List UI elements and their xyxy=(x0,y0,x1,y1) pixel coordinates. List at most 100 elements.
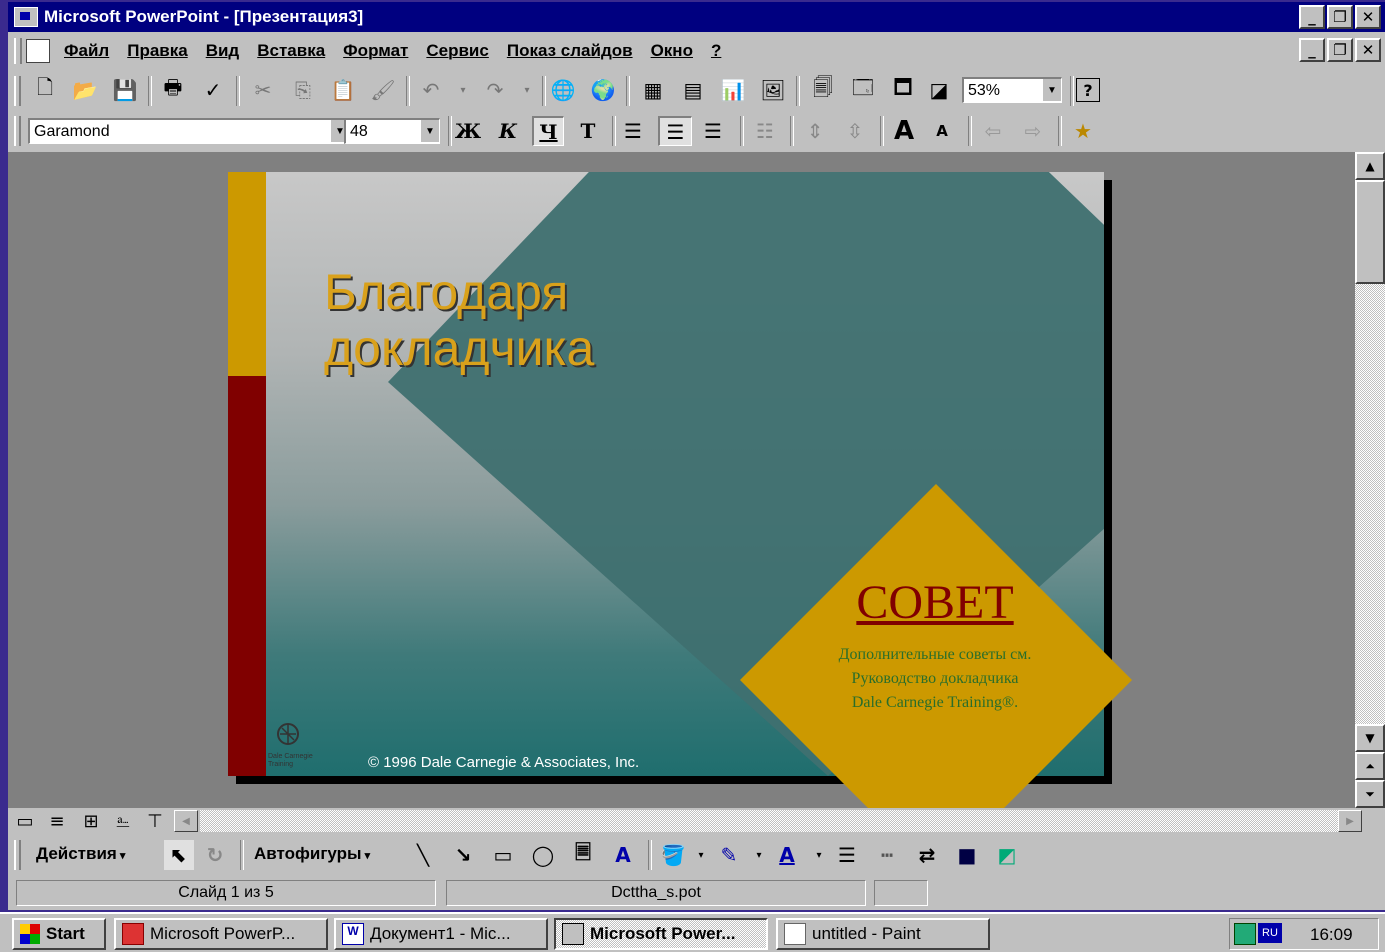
animation-effects-icon[interactable]: ★ xyxy=(1068,116,1098,146)
fill-color-dropdown-icon[interactable]: ▾ xyxy=(686,840,716,870)
insert-excel-icon[interactable]: ▤ xyxy=(678,75,708,105)
demote-icon[interactable]: ⇨ xyxy=(1018,116,1048,146)
menu-edit[interactable]: Правка xyxy=(127,41,187,61)
slide-title[interactable]: Благодаря докладчика xyxy=(324,264,744,376)
document-icon[interactable] xyxy=(26,39,50,63)
minimize-button[interactable]: _ xyxy=(1299,5,1325,29)
arrow-icon[interactable]: ↘ xyxy=(448,840,478,870)
apply-design-icon[interactable]: 🗖 xyxy=(888,75,918,105)
outline-view-icon[interactable]: ≡ xyxy=(42,806,72,836)
autoshapes-menu[interactable]: Автофигуры ▾ xyxy=(254,844,370,864)
menu-format[interactable]: Формат xyxy=(343,41,408,61)
network-icon[interactable] xyxy=(1234,923,1256,945)
rectangle-icon[interactable]: ▭ xyxy=(488,840,518,870)
shadow-button[interactable]: Т xyxy=(572,116,604,146)
undo-dropdown-icon[interactable]: ▾ xyxy=(448,75,478,105)
cut-icon[interactable]: ✂ xyxy=(248,75,278,105)
menu-insert[interactable]: Вставка xyxy=(257,41,325,61)
menu-help[interactable]: ? xyxy=(711,41,721,61)
menu-view[interactable]: Вид xyxy=(206,41,240,61)
scroll-down-icon[interactable]: ▼ xyxy=(1355,724,1385,752)
toolbar-grip[interactable] xyxy=(14,76,21,106)
line-color-icon[interactable]: ✎ xyxy=(714,840,744,870)
line-color-dropdown-icon[interactable]: ▾ xyxy=(744,840,774,870)
scroll-up-icon[interactable]: ▲ xyxy=(1355,152,1385,180)
bullets-icon[interactable]: ☷ xyxy=(750,116,780,146)
line-icon[interactable]: ╲ xyxy=(408,840,438,870)
free-rotate-icon[interactable]: ↻ xyxy=(200,840,230,870)
font-color-icon[interactable]: A xyxy=(772,840,802,870)
help-icon[interactable]: ? xyxy=(1076,78,1100,102)
insert-word-table-icon[interactable]: ▦ xyxy=(638,75,668,105)
decrease-spacing-icon[interactable]: ⇳ xyxy=(840,116,870,146)
doc-close-button[interactable]: ✕ xyxy=(1355,38,1381,62)
promote-icon[interactable]: ⇦ xyxy=(978,116,1008,146)
align-left-icon[interactable]: ☰ xyxy=(618,116,648,146)
underline-button[interactable]: Ч xyxy=(532,116,564,146)
next-slide-icon[interactable]: ⏷ xyxy=(1355,780,1385,808)
new-icon[interactable]: 🗋 xyxy=(30,75,60,105)
shadow-icon[interactable]: ■ xyxy=(952,840,982,870)
slideshow-view-icon[interactable]: ⊤ xyxy=(140,806,170,836)
notes-view-icon[interactable]: ⎁ xyxy=(108,806,138,836)
hyperlink-icon[interactable]: 🌐 xyxy=(548,75,578,105)
previous-slide-icon[interactable]: ⏶ xyxy=(1355,752,1385,780)
restore-button[interactable]: ❐ xyxy=(1327,5,1353,29)
spelling-icon[interactable]: ✓ xyxy=(198,75,228,105)
toolbar-grip[interactable] xyxy=(14,116,21,146)
redo-dropdown-icon[interactable]: ▾ xyxy=(512,75,542,105)
font-size-combo[interactable]: 48 ▼ xyxy=(344,118,440,144)
paste-icon[interactable]: 📋 xyxy=(328,75,358,105)
task-powerpoint-1[interactable]: Microsoft PowerP... xyxy=(114,918,328,950)
increase-spacing-icon[interactable]: ⇕ xyxy=(800,116,830,146)
arrow-style-icon[interactable]: ⇄ xyxy=(912,840,942,870)
redo-icon[interactable]: ↷ xyxy=(480,75,510,105)
menu-file[interactable]: Файл xyxy=(64,41,109,61)
close-button[interactable]: ✕ xyxy=(1355,5,1381,29)
print-icon[interactable]: 🖶 xyxy=(158,75,188,105)
open-icon[interactable]: 📂 xyxy=(70,75,100,105)
scroll-thumb[interactable] xyxy=(1355,180,1385,284)
copy-icon[interactable]: ⎘ xyxy=(288,75,318,105)
wordart-icon[interactable]: A xyxy=(608,840,638,870)
text-box-icon[interactable]: 🗏 xyxy=(568,840,598,870)
format-painter-icon[interactable]: 🖌 xyxy=(368,75,398,105)
save-icon[interactable]: 💾 xyxy=(110,75,140,105)
black-white-view-icon[interactable]: ◪ xyxy=(924,75,954,105)
select-pointer-icon[interactable]: ⬉ xyxy=(164,840,194,870)
toolbar-grip[interactable] xyxy=(14,840,21,870)
zoom-combo[interactable]: 53% ▼ xyxy=(962,77,1062,103)
horizontal-scrollbar[interactable] xyxy=(200,810,1350,832)
menu-grip[interactable] xyxy=(14,38,22,64)
slide-layout-icon[interactable]: 🗔 xyxy=(848,75,878,105)
menu-slideshow[interactable]: Показ слайдов xyxy=(507,41,633,61)
scroll-right-icon[interactable]: ▶ xyxy=(1338,810,1362,832)
line-style-icon[interactable]: ☰ xyxy=(832,840,862,870)
align-center-icon[interactable]: ☰ xyxy=(658,116,692,146)
zoom-dropdown-icon[interactable]: ▼ xyxy=(1042,79,1061,101)
fill-color-icon[interactable]: 🪣 xyxy=(658,840,688,870)
task-powerpoint-2[interactable]: Microsoft Power... xyxy=(554,918,768,950)
slide-view-icon[interactable]: ▭ xyxy=(10,806,40,836)
dash-style-icon[interactable]: ┅ xyxy=(872,840,902,870)
undo-icon[interactable]: ↶ xyxy=(416,75,446,105)
vertical-scrollbar[interactable]: ▲ ▼ ⏶ ⏷ xyxy=(1355,152,1385,808)
italic-button[interactable]: К xyxy=(492,116,524,146)
insert-clipart-icon[interactable]: 🖼 xyxy=(758,75,788,105)
oval-icon[interactable]: ◯ xyxy=(528,840,558,870)
font-size-dropdown-icon[interactable]: ▼ xyxy=(420,120,439,142)
powerpoint-app-icon[interactable] xyxy=(14,7,38,27)
keyboard-layout-icon[interactable]: RU xyxy=(1258,923,1282,943)
3d-icon[interactable]: ◩ xyxy=(992,840,1022,870)
task-word[interactable]: W Документ1 - Mic... xyxy=(334,918,548,950)
align-right-icon[interactable]: ☰ xyxy=(698,116,728,146)
new-slide-icon[interactable]: 🗐 xyxy=(808,75,838,105)
task-paint[interactable]: untitled - Paint xyxy=(776,918,990,950)
doc-minimize-button[interactable]: _ xyxy=(1299,38,1325,62)
doc-restore-button[interactable]: ❐ xyxy=(1327,38,1353,62)
insert-chart-icon[interactable]: 📊 xyxy=(718,75,748,105)
slide-sorter-icon[interactable]: ⊞ xyxy=(76,806,106,836)
actions-menu[interactable]: Действия ▾ xyxy=(36,844,125,864)
increase-font-button[interactable]: A xyxy=(888,116,920,146)
scroll-left-icon[interactable]: ◀ xyxy=(174,810,198,832)
